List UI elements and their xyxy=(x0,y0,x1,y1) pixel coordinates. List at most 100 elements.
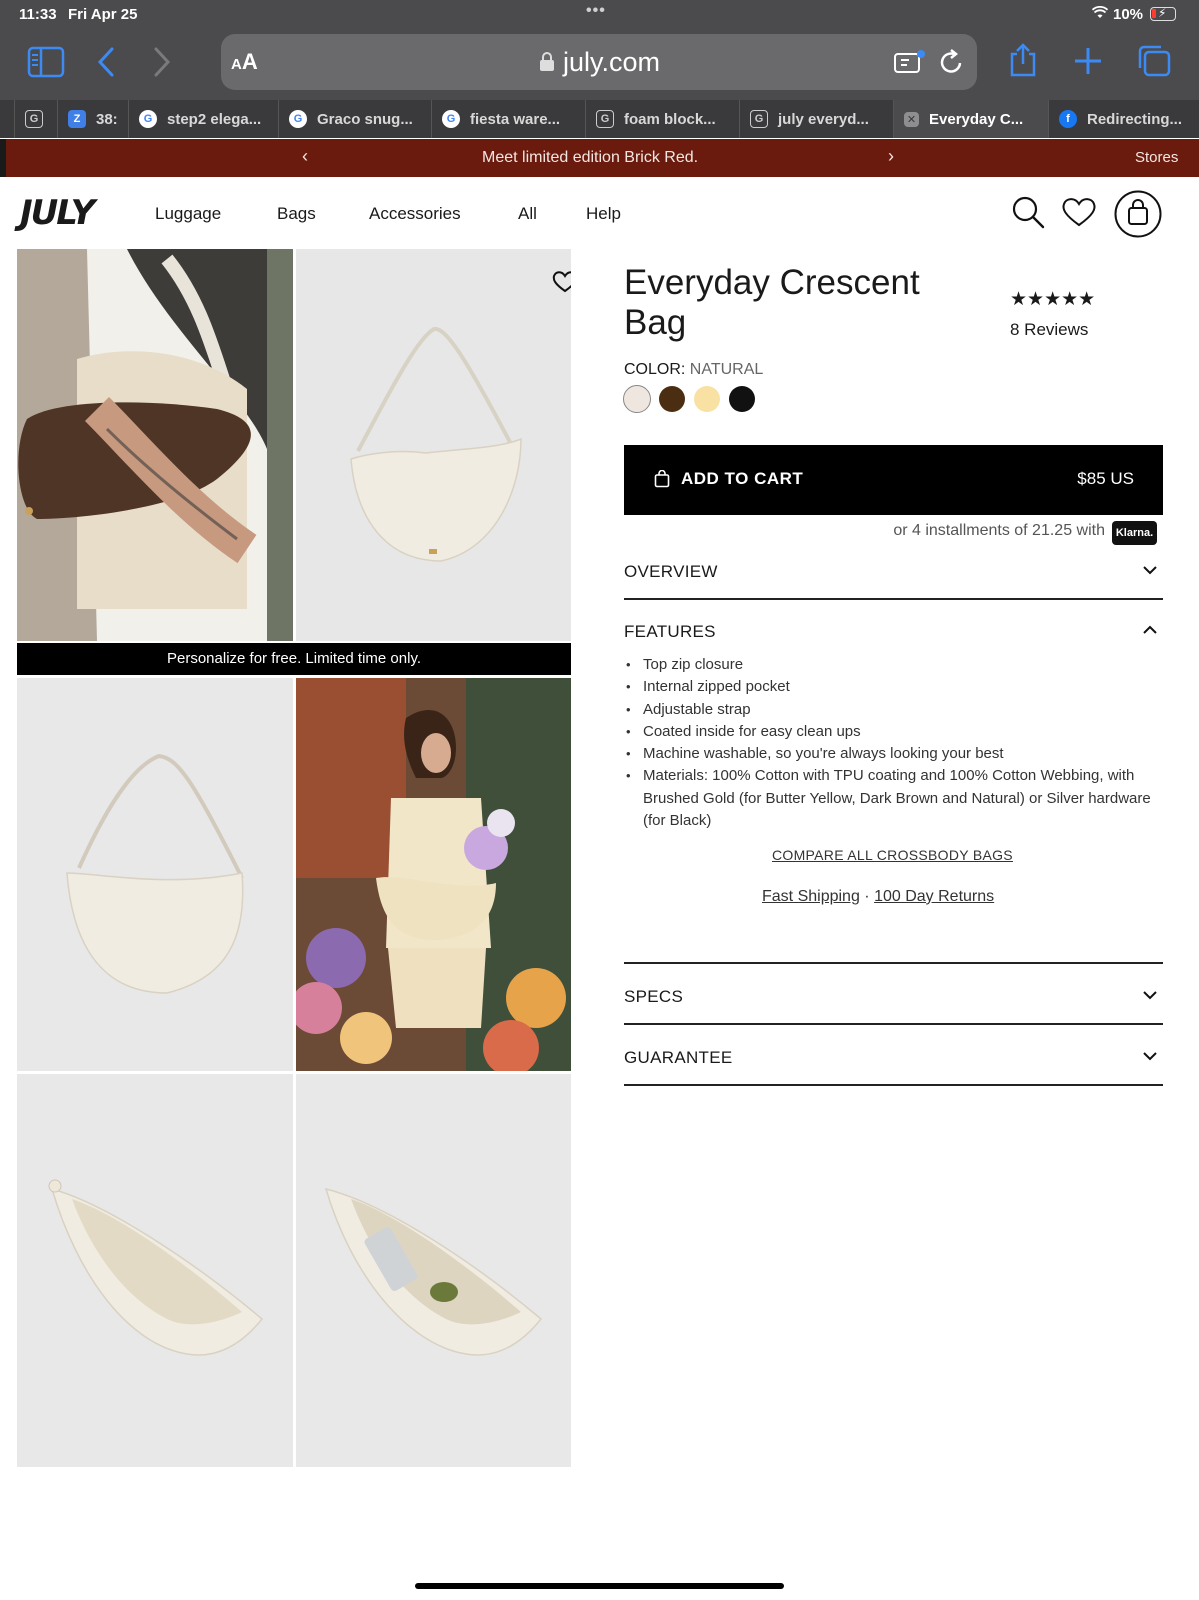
color-label-text: COLOR: xyxy=(624,361,686,378)
color-label: COLOR: NATURAL xyxy=(624,361,763,379)
new-tab-icon[interactable] xyxy=(1073,46,1103,81)
gallery-image-bag-angle[interactable] xyxy=(17,678,293,1071)
nav-help[interactable]: Help xyxy=(586,204,621,224)
divider xyxy=(624,598,1163,600)
forward-icon[interactable] xyxy=(152,46,172,83)
swatch-dark-brown[interactable] xyxy=(659,386,685,412)
reload-icon[interactable] xyxy=(939,48,965,81)
status-time: 11:33 xyxy=(19,6,57,23)
g-doc-icon: G xyxy=(596,110,614,128)
google-icon: G xyxy=(139,110,157,128)
accordion-overview[interactable]: OVERVIEW xyxy=(624,562,1163,582)
tab-item-active[interactable]: ✕ Everyday C... xyxy=(894,100,1049,138)
feature-item: Coated inside for easy clean ups xyxy=(624,721,1164,744)
compare-bags-link[interactable]: COMPARE ALL CROSSBODY BAGS xyxy=(772,847,1013,863)
promo-message[interactable]: Meet limited edition Brick Red. xyxy=(482,149,698,167)
stores-link[interactable]: Stores xyxy=(1135,149,1178,166)
feature-item: Internal zipped pocket xyxy=(624,676,1164,699)
promo-edge xyxy=(0,139,6,177)
reviews-link[interactable]: 8 Reviews xyxy=(1010,320,1088,340)
feature-item: Adjustable strap xyxy=(624,699,1164,722)
search-icon[interactable] xyxy=(1010,194,1046,235)
nav-all[interactable]: All xyxy=(518,204,537,224)
cart-bag-icon[interactable] xyxy=(1114,190,1162,243)
accordion-features[interactable]: FEATURES xyxy=(624,622,1163,642)
battery-icon: ⚡ xyxy=(1150,6,1176,21)
address-bar[interactable]: AA july.com xyxy=(221,34,977,90)
personalize-banner[interactable]: Personalize for free. Limited time only. xyxy=(17,643,571,675)
tab-label: foam block... xyxy=(624,110,716,128)
tab-item[interactable]: Z 38: xyxy=(58,100,129,138)
promo-next-icon[interactable]: › xyxy=(888,146,894,167)
tab-label: step2 elega... xyxy=(167,110,262,128)
status-bar: 11:33 Fri Apr 25 ••• 10% ⚡ xyxy=(0,0,1199,28)
feature-item: Machine washable, so you're always looki… xyxy=(624,743,1164,766)
nav-accessories[interactable]: Accessories xyxy=(369,204,461,224)
klarna-badge[interactable]: Klarna. xyxy=(1112,521,1157,545)
nav-bags[interactable]: Bags xyxy=(277,204,316,224)
tab-item[interactable]: G foam block... xyxy=(586,100,740,138)
home-indicator[interactable] xyxy=(415,1583,784,1589)
zillow-icon: Z xyxy=(68,110,86,128)
facebook-icon: f xyxy=(1059,110,1077,128)
close-tab-icon[interactable]: ✕ xyxy=(904,111,919,127)
accordion-guarantee[interactable]: GUARANTEE xyxy=(624,1048,1163,1068)
tab-bar: G Z 38: G step2 elega... G Graco snug...… xyxy=(0,100,1199,138)
separator: · xyxy=(864,888,870,905)
sidebar-icon[interactable] xyxy=(27,46,65,83)
feature-item: Top zip closure xyxy=(624,654,1164,677)
chevron-up-icon xyxy=(1143,622,1157,638)
swatch-natural[interactable] xyxy=(623,385,651,413)
gallery-image-bag-contents[interactable] xyxy=(296,1074,571,1467)
divider xyxy=(624,1084,1163,1086)
multitasking-dots-icon[interactable]: ••• xyxy=(586,2,606,20)
product-title: Everyday Crescent Bag xyxy=(624,263,920,342)
promo-bar: ‹ Meet limited edition Brick Red. › Stor… xyxy=(0,139,1199,177)
url-text: july.com xyxy=(563,47,661,77)
gallery-image-bag-front[interactable] xyxy=(296,249,571,641)
back-icon[interactable] xyxy=(96,46,116,83)
tab-item[interactable]: G fiesta ware... xyxy=(432,100,586,138)
tab-label: fiesta ware... xyxy=(470,110,561,128)
add-to-cart-button[interactable]: ADD TO CART $85 US xyxy=(624,445,1163,515)
tab-label: july everyd... xyxy=(778,110,869,128)
divider xyxy=(624,962,1163,964)
swatch-butter-yellow[interactable] xyxy=(694,386,720,412)
tab-item[interactable]: G step2 elega... xyxy=(129,100,279,138)
battery-percent: 10% xyxy=(1113,6,1144,23)
promo-prev-icon[interactable]: ‹ xyxy=(302,146,308,167)
favorite-heart-icon[interactable] xyxy=(552,270,571,298)
site-nav: JULY Luggage Bags Accessories All Help xyxy=(0,177,1199,249)
tab-item[interactable] xyxy=(0,100,15,138)
gallery-image-model-flowers[interactable] xyxy=(296,678,571,1071)
wifi-icon xyxy=(1091,5,1109,24)
google-icon: G xyxy=(442,110,460,128)
share-icon[interactable] xyxy=(1008,42,1038,83)
overview-label: OVERVIEW xyxy=(624,562,718,581)
features-list: Top zip closure Internal zipped pocket A… xyxy=(624,654,1164,832)
accordion-specs[interactable]: SPECS xyxy=(624,987,1163,1007)
nav-luggage[interactable]: Luggage xyxy=(155,204,221,224)
tab-item[interactable]: f Redirecting... xyxy=(1049,100,1193,138)
installments-text: or 4 installments of 21.25 with xyxy=(893,522,1105,539)
tab-item[interactable]: G Graco snug... xyxy=(279,100,432,138)
feature-item: Materials: 100% Cotton with TPU coating … xyxy=(624,765,1164,832)
july-logo[interactable]: JULY xyxy=(20,193,95,233)
gallery-image-model-brown[interactable] xyxy=(17,249,293,641)
wishlist-heart-icon[interactable] xyxy=(1061,196,1097,233)
extensions-icon[interactable] xyxy=(893,49,925,80)
swatch-black[interactable] xyxy=(729,386,755,412)
specs-label: SPECS xyxy=(624,987,684,1006)
tab-item[interactable]: G xyxy=(15,100,58,138)
returns-link[interactable]: 100 Day Returns xyxy=(874,888,994,905)
tab-item[interactable]: G july everyd... xyxy=(740,100,894,138)
bag-icon xyxy=(654,469,670,493)
rating-stars-icon[interactable]: ★★★★★ xyxy=(1010,288,1095,311)
fast-shipping-link[interactable]: Fast Shipping xyxy=(762,888,860,905)
g-doc-icon: G xyxy=(25,110,43,128)
browser-toolbar: AA july.com xyxy=(0,28,1199,100)
status-date: Fri Apr 25 xyxy=(68,6,138,23)
text-size-button[interactable]: AA xyxy=(231,49,258,75)
gallery-image-bag-open[interactable] xyxy=(17,1074,293,1467)
tabs-overview-icon[interactable] xyxy=(1136,44,1172,83)
